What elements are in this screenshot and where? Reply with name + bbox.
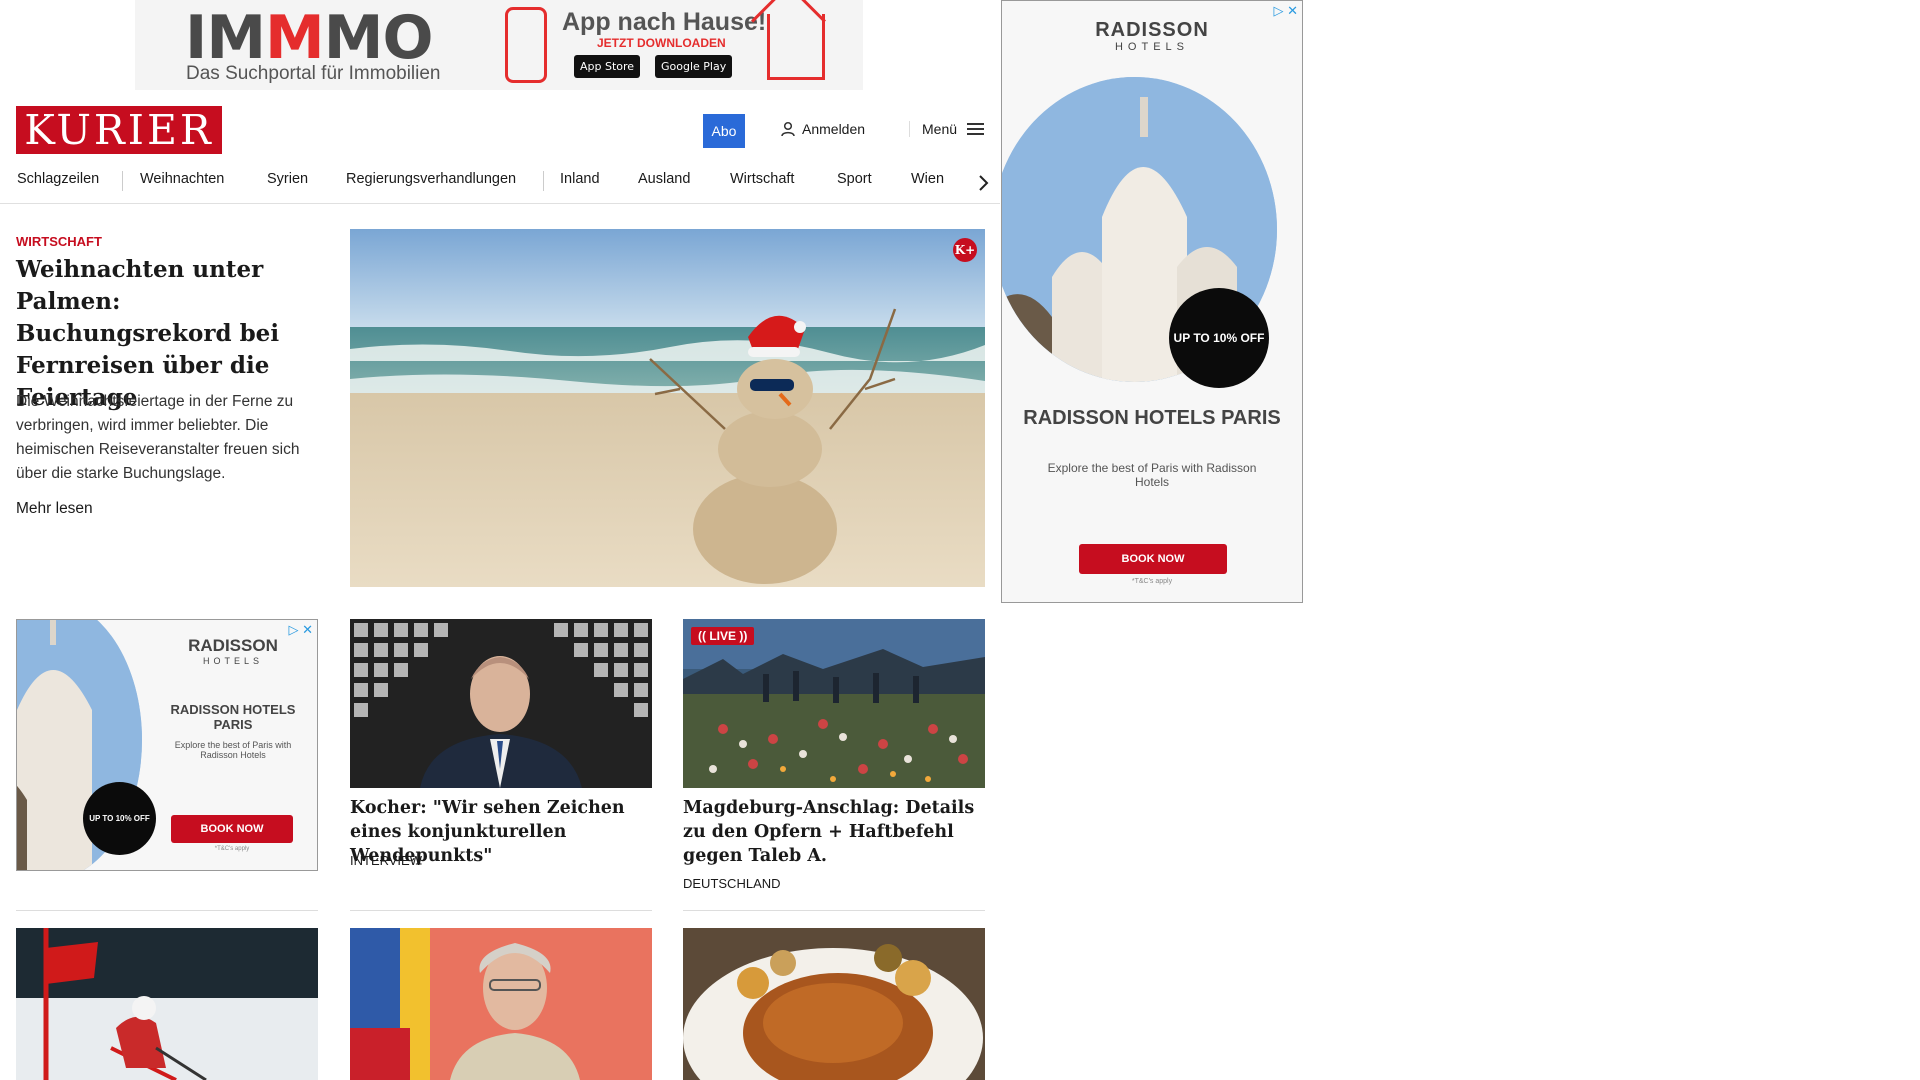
lead-category[interactable]: WIRTSCHAFT [16, 234, 102, 249]
card-image-ski[interactable] [16, 928, 318, 1080]
nav-item-regierungsverhandlungen[interactable]: Regierungsverhandlungen [346, 171, 516, 187]
row-divider [16, 910, 318, 911]
nav-divider [543, 171, 544, 191]
premium-badge: K+ [953, 238, 977, 262]
section-nav: Schlagzeilen Weihnachten Syrien Regierun… [0, 162, 1000, 204]
menu-button[interactable]: Menü [909, 121, 985, 137]
house-icon [767, 14, 825, 80]
ad-discount-badge: UP TO 10% OFF [1169, 288, 1269, 388]
ad-app-subtitle: JETZT DOWNLOADEN [597, 36, 726, 50]
google-play-badge[interactable]: Google Play [655, 55, 733, 78]
ad-choices-close-icon[interactable]: ▷ ✕ [1273, 3, 1298, 19]
book-now-button[interactable]: BOOK NOW [171, 815, 293, 843]
card-image-roast[interactable] [683, 928, 985, 1080]
ad-discount-badge: UP TO 10% OFF [83, 782, 156, 855]
card-image-kocher[interactable] [350, 619, 652, 788]
nav-item-syrien[interactable]: Syrien [267, 171, 308, 187]
nav-item-inland[interactable]: Inland [560, 171, 600, 187]
row-divider [683, 910, 985, 911]
ad-terms: *T&C's apply [1131, 578, 1173, 585]
app-store-badge[interactable]: App Store [574, 55, 641, 78]
nav-item-weihnachten[interactable]: Weihnachten [140, 171, 224, 187]
user-icon [781, 121, 795, 137]
ad-terms: *T&C's apply [214, 846, 250, 852]
login-button[interactable]: Anmelden [780, 121, 865, 137]
abo-button[interactable]: Abo [703, 114, 745, 148]
row-divider [350, 910, 652, 911]
card-image-politician[interactable] [350, 928, 652, 1080]
card-tag-interview[interactable]: INTERVIEW [350, 853, 422, 868]
nav-item-schlagzeilen[interactable]: Schlagzeilen [17, 171, 99, 187]
ad-title: RADISSON HOTELS PARIS [170, 702, 296, 732]
nav-item-wirtschaft[interactable]: Wirtschaft [730, 171, 794, 187]
ad-app-title: App nach Hause! [562, 8, 767, 36]
nav-item-sport[interactable]: Sport [837, 171, 872, 187]
lead-teaser: Die Weihnachtsfeiertage in der Ferne zu … [16, 393, 300, 482]
top-banner-ad[interactable]: IMMMO Das Suchportal für Immobilien App … [135, 0, 863, 90]
kurier-logo[interactable]: KURIER [16, 106, 222, 154]
lead-image-sand-snowman[interactable] [350, 229, 985, 587]
card-title-magdeburg[interactable]: Magdeburg-Anschlag: Details zu den Opfer… [683, 796, 985, 868]
ad-title: RADISSON HOTELS PARIS [1023, 407, 1281, 429]
card-tag-deutschland[interactable]: DEUTSCHLAND [683, 876, 781, 891]
nav-divider [122, 171, 123, 191]
menu-label: Menü [922, 121, 958, 137]
immmo-logo: IMMMO [185, 3, 433, 73]
hamburger-icon [967, 123, 985, 135]
nav-item-wien[interactable]: Wien [911, 171, 944, 187]
chevron-right-icon[interactable] [978, 174, 990, 192]
phone-icon [505, 7, 547, 83]
ad-description: Explore the best of Paris with Radisson … [1047, 461, 1257, 489]
ad-brand-sub: HOTELS [1114, 41, 1189, 53]
ad-tagline: Das Suchportal für Immobilien [186, 63, 441, 84]
inline-ad-radisson[interactable]: ▷ ✕ UP TO 10% OFF RADISSON HOTELS RADISS… [16, 619, 318, 871]
book-now-button[interactable]: BOOK NOW [1079, 544, 1227, 574]
live-badge: (( LIVE )) [691, 627, 755, 645]
read-more-link[interactable]: Mehr lesen [16, 500, 93, 518]
ad-brand: RADISSON [1095, 19, 1209, 41]
ad-description: Explore the best of Paris with Radisson … [174, 740, 292, 760]
nav-item-ausland[interactable]: Ausland [638, 171, 690, 187]
side-ad-radisson[interactable]: ▷ ✕ RADISSON HOTELS UP TO 10% OFF RADISS… [1001, 0, 1303, 603]
ad-brand-sub: HOTELS [202, 656, 263, 666]
ad-brand: RADISSON [188, 636, 278, 655]
login-label: Anmelden [802, 121, 866, 137]
